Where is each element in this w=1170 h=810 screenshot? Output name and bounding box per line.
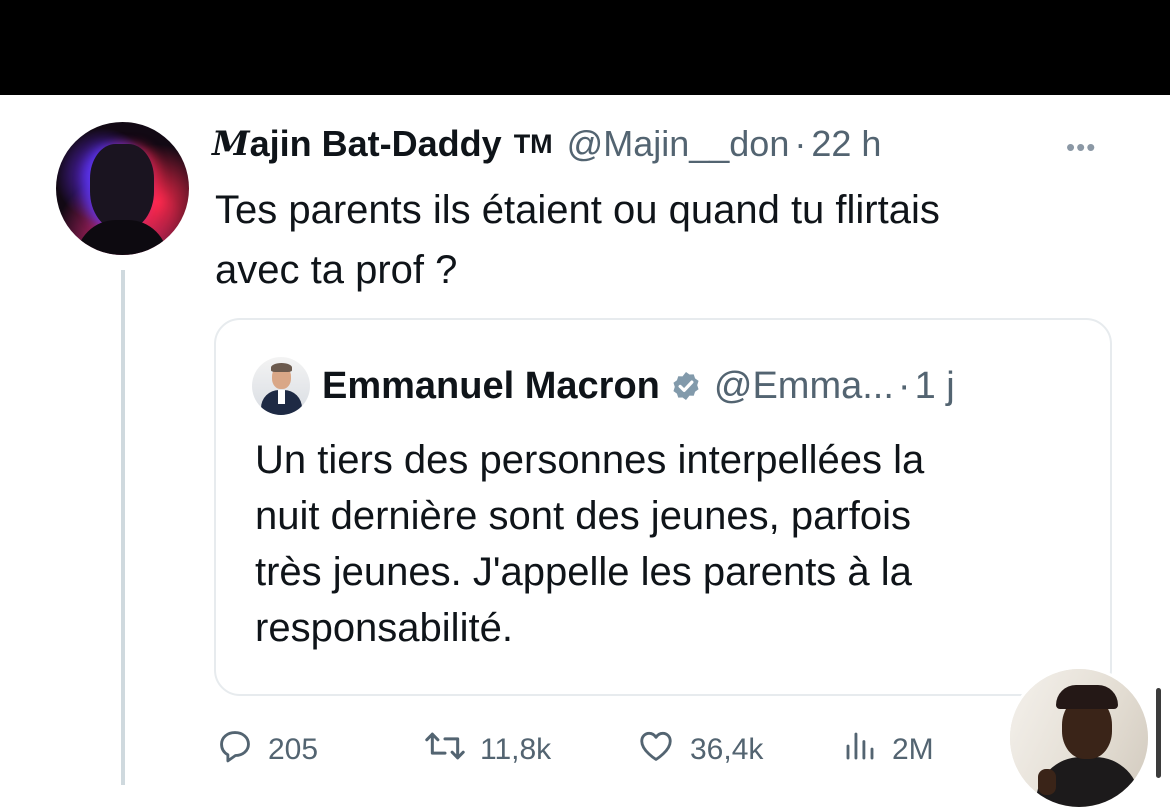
author-name[interactable]: ajin Bat-Daddy	[250, 123, 502, 165]
avatar-hair-shape	[271, 363, 292, 372]
retweet-button[interactable]: 11,8k	[424, 722, 551, 778]
quoted-timestamp[interactable]: 1 j	[915, 365, 955, 408]
reply-count: 205	[268, 733, 319, 766]
webcam-overlay	[1007, 666, 1151, 810]
thread-connector-line	[121, 270, 125, 785]
tweet-timestamp[interactable]: 22 h	[811, 123, 881, 165]
views-chart-icon	[842, 727, 892, 773]
webcam-person-cap	[1056, 685, 1118, 709]
quoted-tweet-header: Emmanuel Macron @Emma... · 1 j	[322, 362, 955, 410]
retweet-icon	[424, 727, 480, 773]
separator-dot: ·	[794, 123, 807, 164]
tweet-text: Tes parents ils étaient ou quand tu flir…	[215, 188, 940, 292]
separator-dot: ·	[897, 364, 911, 407]
avatar-body-shape	[76, 220, 168, 255]
author-badge-text: TM	[513, 128, 553, 159]
tweet-actions-bar: 205 11,8k 36,4k 2M	[0, 722, 1170, 782]
author-name-initial[interactable]: M	[212, 124, 250, 164]
more-horizontal-icon[interactable]: •••	[1066, 132, 1096, 163]
tweet-header: M ajin Bat-Daddy TM @Majin__don · 22 h	[212, 121, 881, 167]
like-count: 36,4k	[690, 733, 764, 766]
retweet-count: 11,8k	[480, 733, 552, 766]
quoted-tweet-text: Un tiers des personnes interpellées la n…	[255, 438, 925, 650]
heart-icon	[636, 727, 690, 773]
top-black-bar	[0, 0, 1170, 95]
author-handle[interactable]: @Majin__don	[567, 123, 790, 165]
avatar-head-shape	[90, 144, 154, 230]
quoted-author-name[interactable]: Emmanuel Macron	[322, 365, 660, 408]
quoted-author-avatar[interactable]	[252, 357, 310, 415]
scrollbar[interactable]	[1156, 688, 1161, 778]
avatar-shirt-shape	[278, 390, 285, 404]
reply-icon	[216, 727, 268, 773]
views-count: 2M	[892, 733, 934, 766]
webcam-person-hand	[1038, 769, 1056, 795]
views-button[interactable]: 2M	[842, 722, 934, 778]
quoted-author-handle[interactable]: @Emma...	[714, 365, 894, 408]
author-avatar[interactable]	[56, 122, 189, 255]
like-button[interactable]: 36,4k	[636, 722, 763, 778]
verified-badge-icon	[670, 370, 702, 402]
reply-button[interactable]: 205	[216, 722, 318, 778]
